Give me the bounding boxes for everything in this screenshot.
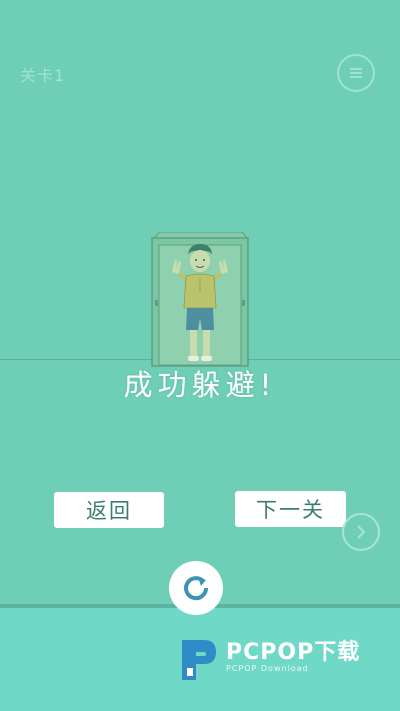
level-label: 关卡1 <box>20 66 66 85</box>
menu-button[interactable] <box>337 54 375 92</box>
watermark-brand: PCPOP下载 <box>226 640 361 665</box>
pcpop-logo-icon <box>182 640 216 680</box>
next-arrow-button[interactable] <box>342 513 380 551</box>
back-button[interactable]: 返回 <box>54 492 164 528</box>
chevron-right-icon <box>357 525 366 539</box>
success-message: 成功躲避! <box>123 368 277 402</box>
menu-icon <box>350 68 362 78</box>
wardrobe-with-boy <box>151 232 249 367</box>
retry-button[interactable] <box>169 561 223 615</box>
watermark: PCPOP下载 PCPOP Download <box>178 634 388 686</box>
watermark-subtitle: PCPOP Download <box>226 664 309 673</box>
game-scene: 关卡1 成功躲避! 返回 下一关 <box>0 0 400 608</box>
next-level-button[interactable]: 下一关 <box>235 491 346 527</box>
retry-icon <box>184 576 209 601</box>
